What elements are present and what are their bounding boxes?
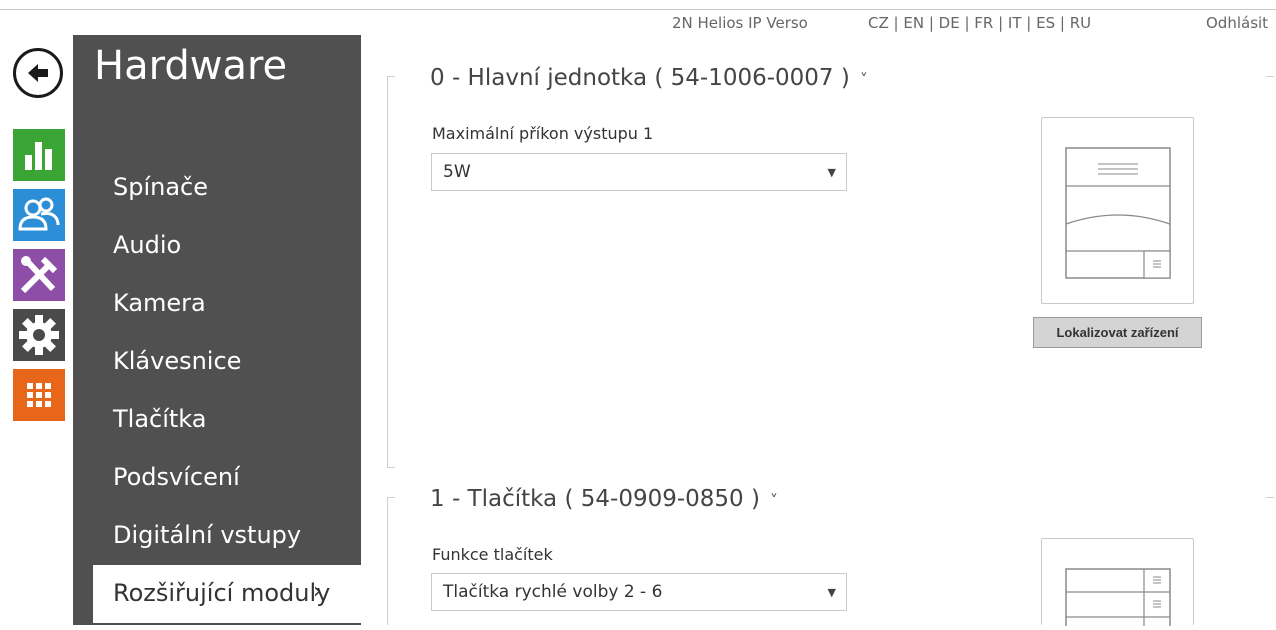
locate-device-button[interactable]: Lokalizovat zařízení [1033, 317, 1202, 348]
section-1-title-text: 1 - Tlačítka ( 54-0909-0850 ) [430, 486, 760, 512]
hardware-nav-button[interactable] [13, 249, 65, 301]
section-border-tick [387, 497, 395, 498]
hardware-menu: Hardware Spínače Audio Kamera Klávesnice… [73, 35, 361, 625]
section-1-title[interactable]: 1 - Tlačítka ( 54-0909-0850 ) ˅ [430, 486, 778, 512]
chevron-down-icon: ˅ [769, 491, 778, 510]
product-name: 2N Helios IP Verso [672, 14, 808, 32]
menu-title: Hardware [94, 43, 288, 89]
menu-item-audio[interactable]: Audio [113, 231, 181, 259]
lang-it[interactable]: IT [1008, 14, 1022, 32]
menu-item-label: Rozšiřující moduly [113, 579, 331, 607]
lang-fr[interactable]: FR [974, 14, 993, 32]
section-border-tick [1266, 76, 1274, 77]
section-border [387, 76, 388, 467]
main-unit-device-image [1041, 117, 1194, 304]
section-border-tick [387, 467, 395, 468]
button-module-diagram-icon [1065, 568, 1171, 630]
section-border [387, 497, 388, 625]
top-divider [0, 9, 1276, 10]
lang-es[interactable]: ES [1036, 14, 1055, 32]
section-border-tick [387, 76, 395, 77]
users-icon [13, 189, 65, 241]
max-power-select[interactable]: 5W ▼ [431, 153, 847, 191]
grid-icon [13, 369, 65, 421]
menu-item-kamera[interactable]: Kamera [113, 289, 206, 317]
button-function-value: Tlačítka rychlé volby 2 - 6 [443, 582, 663, 602]
menu-item-podsviceni[interactable]: Podsvícení [113, 463, 240, 491]
status-chart-icon [13, 129, 65, 181]
section-0-title-text: 0 - Hlavní jednotka ( 54-1006-0007 ) [430, 65, 850, 91]
lang-ru[interactable]: RU [1070, 14, 1091, 32]
tools-icon [13, 249, 65, 301]
dropdown-arrow-icon: ▼ [827, 166, 836, 179]
device-diagram-icon [1065, 147, 1171, 279]
services-nav-button[interactable] [13, 369, 65, 421]
dropdown-arrow-icon: ▼ [827, 586, 836, 599]
chevron-down-icon: ˅ [859, 70, 868, 89]
language-switcher: CZ | EN | DE | FR | IT | ES | RU [868, 14, 1092, 32]
logout-link[interactable]: Odhlásit [1206, 14, 1268, 32]
max-power-label: Maximální příkon výstupu 1 [432, 124, 654, 143]
chevron-right-icon: › [313, 579, 322, 604]
max-power-value: 5W [443, 162, 471, 182]
button-function-select[interactable]: Tlačítka rychlé volby 2 - 6 ▼ [431, 573, 847, 611]
settings-nav-button[interactable] [13, 309, 65, 361]
menu-item-klavesnice[interactable]: Klávesnice [113, 347, 241, 375]
directory-nav-button[interactable] [13, 189, 65, 241]
back-button[interactable] [13, 48, 63, 98]
section-border-tick [1266, 497, 1274, 498]
menu-item-rozsirujici-moduly[interactable]: Rozšiřující moduly › [93, 565, 361, 623]
menu-item-tlacitka[interactable]: Tlačítka [113, 405, 207, 433]
back-arrow-icon [28, 64, 48, 82]
status-nav-button[interactable] [13, 129, 65, 181]
button-module-device-image [1041, 538, 1194, 630]
section-0-title[interactable]: 0 - Hlavní jednotka ( 54-1006-0007 ) ˅ [430, 65, 868, 91]
menu-item-digitalni-vstupy[interactable]: Digitální vstupy [113, 521, 301, 549]
lang-cz[interactable]: CZ [868, 14, 889, 32]
lang-en[interactable]: EN [903, 14, 924, 32]
gear-icon [13, 309, 65, 361]
menu-item-spinace[interactable]: Spínače [113, 173, 208, 201]
lang-de[interactable]: DE [939, 14, 960, 32]
button-function-label: Funkce tlačítek [432, 545, 553, 564]
